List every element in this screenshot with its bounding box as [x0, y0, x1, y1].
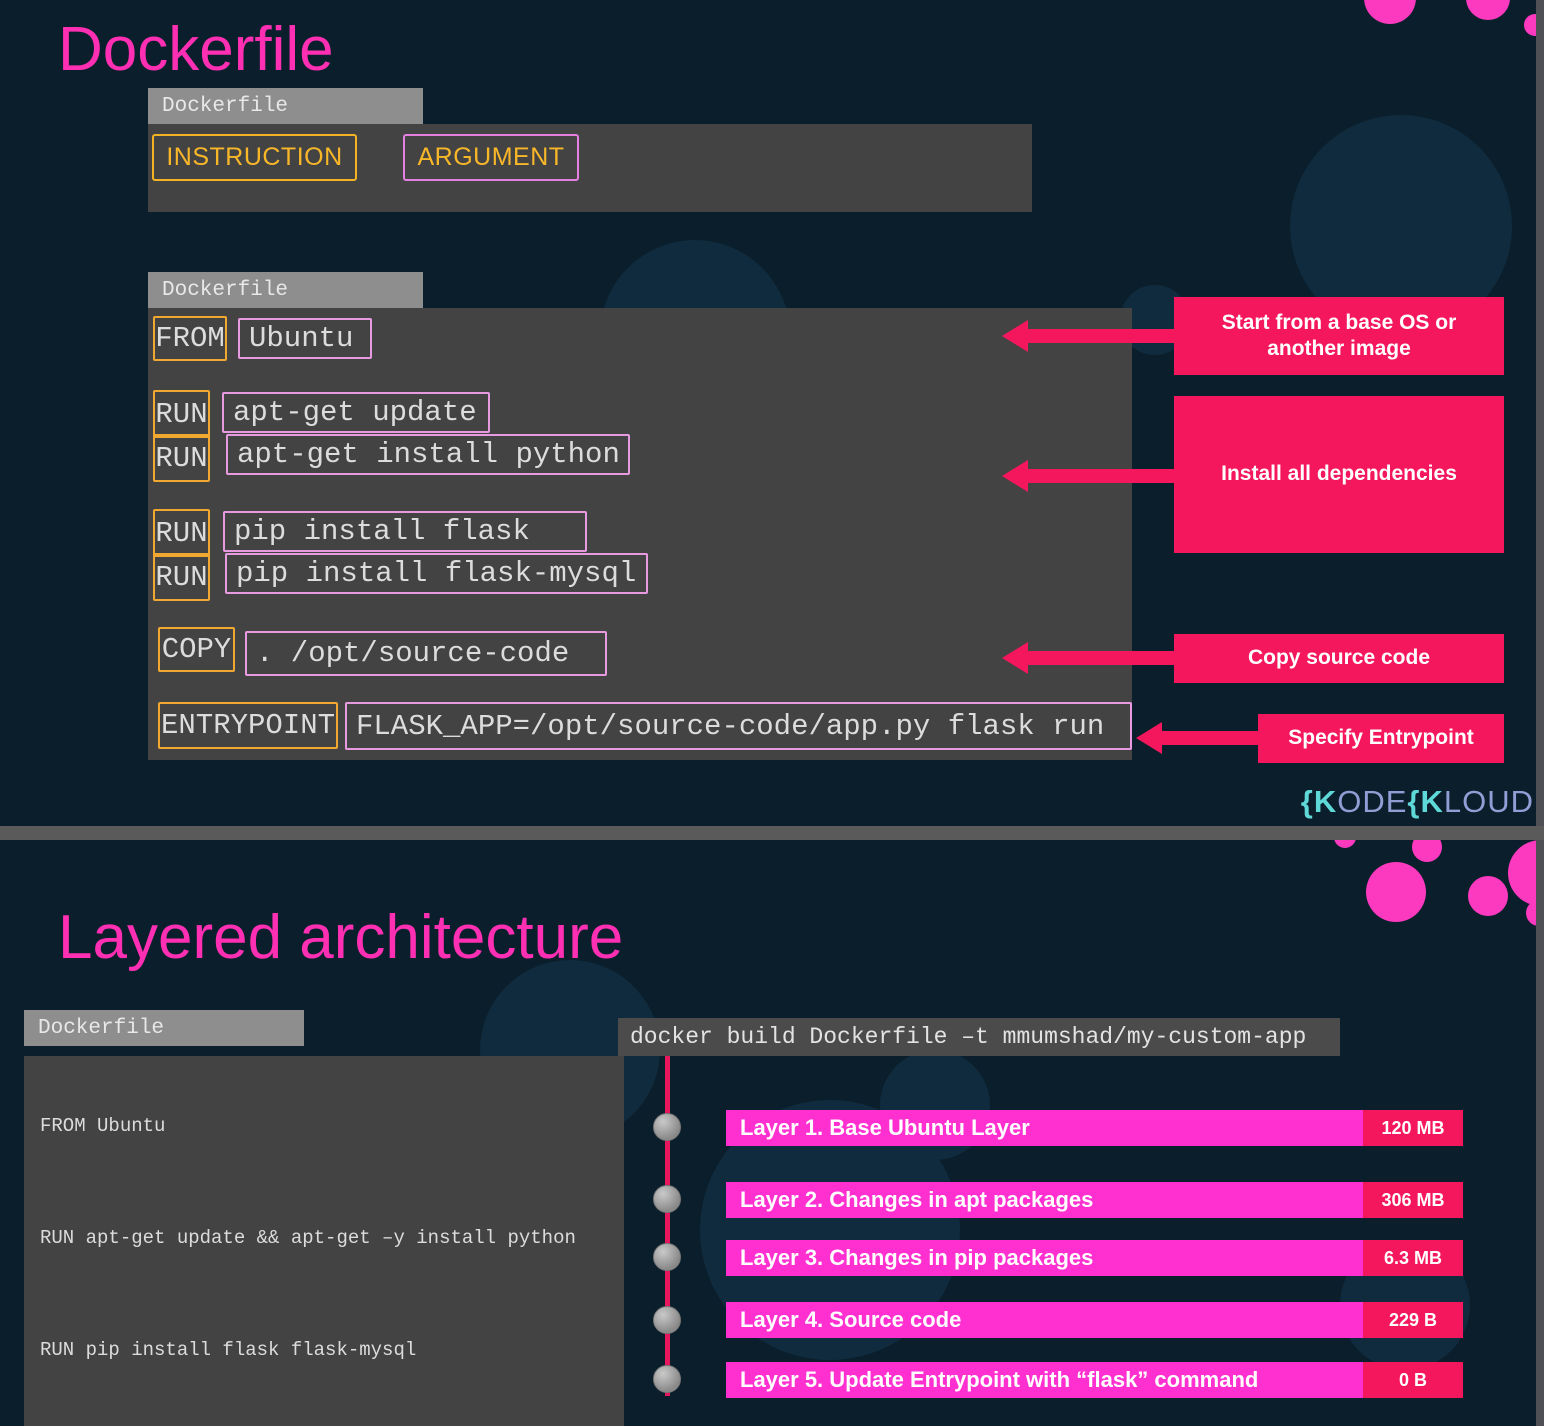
callout-copy-source: Copy source code [1174, 634, 1504, 683]
callout-arrow-4 [1136, 722, 1266, 754]
decorative-circle [1412, 840, 1442, 862]
layer-size: 229 B [1363, 1302, 1463, 1338]
right-edge-strip [1536, 0, 1544, 826]
dockerfile-argument-run-2: apt-get install python [226, 434, 630, 475]
layer-node [653, 1185, 681, 1213]
logo-word-2: LOUD [1443, 784, 1534, 819]
callout-arrow-2 [1002, 460, 1182, 492]
legend-file-tab: Dockerfile [148, 88, 423, 124]
layer-timeline [665, 1056, 670, 1396]
dockerfile-argument-run-3: pip install flask [223, 511, 587, 552]
layer-row: Layer 5. Update Entrypoint with “flask” … [726, 1362, 1463, 1398]
layer-node [653, 1306, 681, 1334]
dockerfile-instruction-run-4: RUN [153, 553, 210, 601]
dockerfile-instruction-entrypoint: ENTRYPOINT [158, 702, 338, 749]
dockerfile-argument-run-4: pip install flask-mysql [225, 553, 648, 594]
logo-word-1: ODE [1337, 784, 1408, 819]
layer-node [653, 1365, 681, 1393]
layer-label: Layer 2. Changes in apt packages [726, 1182, 1363, 1218]
layer-row: Layer 2. Changes in apt packages 306 MB [726, 1182, 1463, 1218]
right-edge-strip [1536, 840, 1544, 1426]
logo-brace-2: {K [1407, 784, 1444, 819]
layer-size: 306 MB [1363, 1182, 1463, 1218]
page-title: Dockerfile [58, 15, 334, 84]
dockerfile-instruction-from: FROM [153, 316, 227, 361]
dockerfile-source: FROM Ubuntu RUN apt-get update && apt-ge… [40, 1115, 576, 1361]
dockerfile-instruction-copy: COPY [158, 627, 235, 672]
docker-build-command: docker build Dockerfile –t mmumshad/my-c… [618, 1018, 1340, 1056]
layer-node [653, 1243, 681, 1271]
layered-architecture-slide: Layered architecture Dockerfile FROM Ubu… [0, 840, 1544, 1426]
page-title: Layered architecture [58, 903, 624, 972]
kodekloud-logo: {KODE{KLOUD [1301, 784, 1534, 820]
decorative-circle [1334, 840, 1356, 848]
layer-size: 6.3 MB [1363, 1240, 1463, 1276]
layer-row: Layer 4. Source code 229 B [726, 1302, 1463, 1338]
dockerfile-instruction-run-2: RUN [153, 434, 210, 482]
layer-label: Layer 4. Source code [726, 1302, 1363, 1338]
legend-argument-box: ARGUMENT [403, 134, 579, 181]
legend-instruction-box: INSTRUCTION [152, 134, 357, 181]
callout-base-os: Start from a base OS or another image [1174, 297, 1504, 375]
layer-size: 120 MB [1363, 1110, 1463, 1146]
dockerfile-file-tab: Dockerfile [148, 272, 423, 308]
callout-arrow-3 [1002, 642, 1182, 674]
dockerfile-argument-entrypoint: FLASK_APP=/opt/source-code/app.py flask … [345, 702, 1132, 750]
slide-divider [0, 826, 1544, 840]
layer-label: Layer 1. Base Ubuntu Layer [726, 1110, 1363, 1146]
dockerfile-instruction-run-1: RUN [153, 390, 210, 438]
layer-row: Layer 1. Base Ubuntu Layer 120 MB [726, 1110, 1463, 1146]
decorative-circle [1466, 0, 1510, 20]
layer-label: Layer 3. Changes in pip packages [726, 1240, 1363, 1276]
decorative-circle [1468, 876, 1508, 916]
layer-row: Layer 3. Changes in pip packages 6.3 MB [726, 1240, 1463, 1276]
logo-brace-1: {K [1300, 784, 1338, 819]
dockerfile-instruction-run-3: RUN [153, 509, 210, 557]
layer-node [653, 1113, 681, 1141]
callout-dependencies: Install all dependencies [1174, 396, 1504, 553]
dockerfile-slide: Dockerfile Dockerfile INSTRUCTION ARGUME… [0, 0, 1544, 826]
dockerfile-argument-run-1: apt-get update [222, 392, 490, 433]
dockerfile-argument-copy: . /opt/source-code [245, 631, 607, 676]
dockerfile-argument-from: Ubuntu [238, 318, 372, 359]
layer-size: 0 B [1363, 1362, 1463, 1398]
decorative-circle [1366, 862, 1426, 922]
layer-label: Layer 5. Update Entrypoint with “flask” … [726, 1362, 1363, 1398]
dockerfile-file-tab: Dockerfile [24, 1010, 304, 1046]
decorative-circle [1364, 0, 1416, 24]
callout-entrypoint: Specify Entrypoint [1258, 714, 1504, 763]
callout-arrow-1 [1002, 320, 1182, 352]
